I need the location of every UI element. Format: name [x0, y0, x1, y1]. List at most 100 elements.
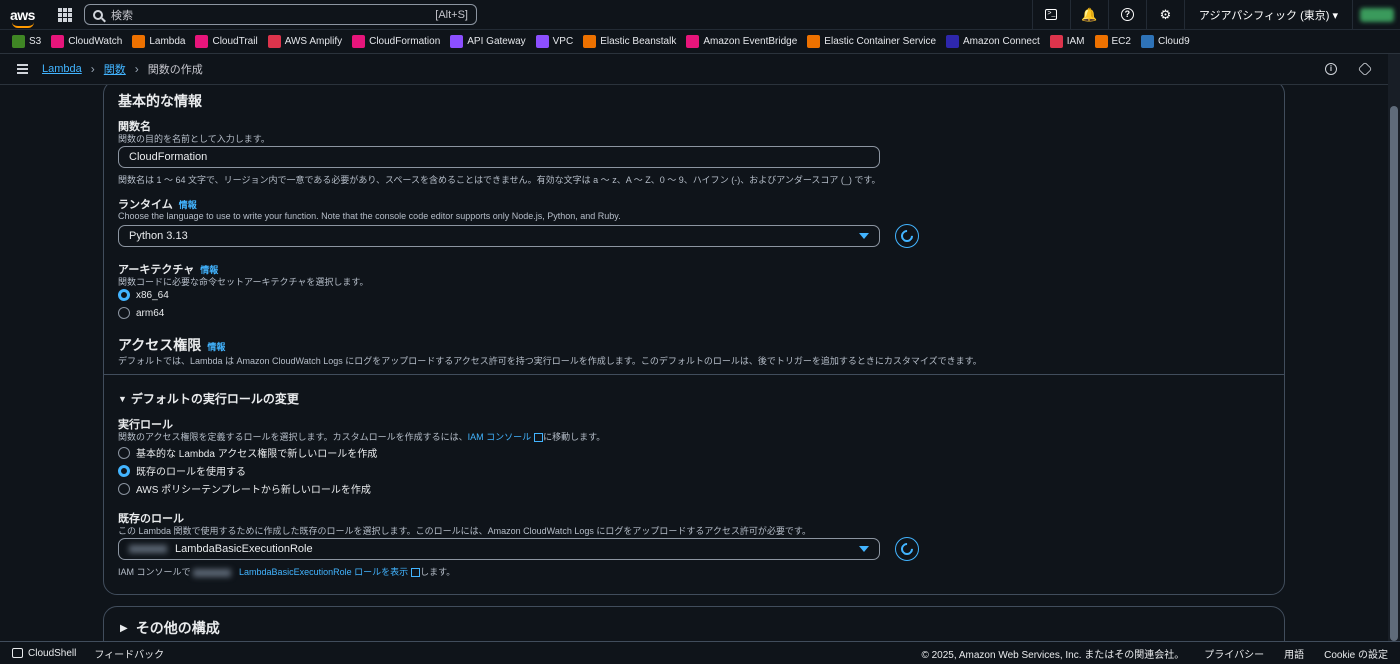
view-role-pre: IAM コンソールで [118, 567, 191, 577]
service-icon [583, 35, 597, 48]
aws-logo[interactable]: aws [10, 6, 46, 28]
favorite-label: Lambda [149, 36, 186, 47]
favorite-item[interactable]: Lambda [132, 35, 185, 48]
search-input[interactable]: 検索 [Alt+S] [84, 4, 477, 25]
page-scrollbar[interactable] [1388, 54, 1400, 641]
favorite-label: Amazon Connect [963, 36, 1040, 47]
arch-arm-radio[interactable]: arm64 [118, 307, 164, 319]
favorite-item[interactable]: API Gateway [450, 35, 526, 48]
role-option-basic-radio[interactable]: 基本的な Lambda アクセス権限で新しいロールを作成 [118, 445, 377, 460]
favorite-item[interactable]: CloudWatch [51, 35, 122, 48]
account-menu[interactable] [1352, 0, 1400, 30]
role-option-basic-label: 基本的な Lambda アクセス権限で新しいロールを作成 [136, 449, 378, 460]
search-icon [93, 9, 103, 20]
search-placeholder: 検索 [111, 9, 133, 22]
default-role-toggle[interactable]: ▼ デフォルトの実行ロールの変更 [118, 390, 299, 407]
architecture-description: 関数コードに必要な命令セットアーキテクチャを選択します。 [118, 277, 369, 287]
feedback-link[interactable]: フィードバック [94, 646, 164, 661]
scrollbar-thumb[interactable] [1390, 106, 1398, 641]
breadcrumb-functions[interactable]: 関数 [104, 61, 126, 77]
caret-down-icon [859, 233, 869, 239]
execution-role-description: 関数のアクセス権限を定義するロールを選択します。カスタムロールを作成するには、I… [118, 430, 605, 443]
search-shortcut-hint: [Alt+S] [435, 8, 468, 21]
function-name-input[interactable]: CloudFormation [118, 146, 880, 168]
favorite-label: AWS Amplify [284, 36, 343, 47]
service-icon [946, 35, 960, 48]
breadcrumb: Lambda › 関数 › 関数の作成 [42, 61, 203, 77]
service-icon [1049, 35, 1063, 48]
cloudshell-label: CloudShell [28, 647, 77, 659]
arch-x86-radio[interactable]: x86_64 [118, 289, 169, 301]
service-icon [352, 35, 366, 48]
favorite-item[interactable]: Elastic Beanstalk [583, 35, 676, 48]
cookie-settings-link[interactable]: Cookie の設定 [1324, 646, 1388, 661]
refresh-icon [898, 227, 916, 245]
favorite-item[interactable]: Cloud9 [1140, 35, 1190, 48]
function-name-value: CloudFormation [129, 151, 208, 163]
service-icon [535, 35, 549, 48]
basic-info-title: 基本的な情報 [118, 93, 202, 109]
cloudshell-button[interactable]: >_ [1031, 0, 1070, 30]
radio-selected-icon [118, 464, 130, 477]
runtime-description: Choose the language to use to write your… [118, 211, 621, 221]
favorite-label: Elastic Beanstalk [600, 36, 677, 47]
region-selector[interactable]: アジアパシフィック (東京) ▾ [1183, 0, 1352, 30]
terms-link[interactable]: 用語 [1284, 646, 1304, 661]
favorite-item[interactable]: CloudFormation [352, 35, 440, 48]
permissions-info-link[interactable]: 情報 [207, 340, 225, 353]
radio-selected-icon [118, 289, 130, 301]
execution-role-desc-post: に移動します。 [543, 432, 606, 442]
help-button[interactable]: ? [1107, 0, 1146, 30]
info-icon[interactable]: i [1325, 63, 1337, 75]
hexagon-settings-icon[interactable] [1357, 61, 1373, 77]
service-icon [195, 35, 209, 48]
radio-unselected-icon [118, 307, 130, 319]
privacy-link[interactable]: プライバシー [1204, 646, 1264, 661]
runtime-value: Python 3.13 [129, 230, 188, 242]
top-navigation: aws 検索 [Alt+S] >_ 🔔 ? ⚙ アジアパシフィック (東京) ▾ [0, 0, 1400, 30]
favorite-item[interactable]: Amazon EventBridge [686, 35, 797, 48]
favorite-item[interactable]: CloudTrail [195, 35, 258, 48]
aws-logo-text: aws [10, 6, 35, 23]
other-config-toggle[interactable]: ▶ その他の構成 [120, 618, 220, 638]
bell-icon: 🔔 [1081, 6, 1098, 22]
favorite-item[interactable]: Amazon Connect [946, 35, 1040, 48]
favorite-item[interactable]: VPC [535, 35, 574, 48]
service-icon [807, 35, 821, 48]
favorite-item[interactable]: S3 [12, 35, 41, 48]
favorite-item[interactable]: Elastic Container Service [807, 35, 936, 48]
breadcrumb-lambda[interactable]: Lambda [42, 63, 82, 75]
section-divider [104, 374, 1284, 375]
runtime-label: ランタイム [118, 199, 173, 211]
settings-button[interactable]: ⚙ [1145, 0, 1184, 30]
external-link-icon [411, 568, 421, 578]
permissions-header: アクセス権限 情報 [118, 335, 225, 355]
menu-icon[interactable] [17, 64, 28, 74]
breadcrumb-bar: Lambda › 関数 › 関数の作成 i [0, 54, 1388, 85]
iam-console-link[interactable]: IAM コンソール [468, 432, 532, 442]
service-icon [1094, 35, 1108, 48]
runtime-refresh-button[interactable] [895, 224, 919, 248]
runtime-info-link[interactable]: 情報 [179, 198, 197, 211]
role-option-existing-radio[interactable]: 既存のロールを使用する [118, 463, 246, 478]
cloudshell-footer-button[interactable]: CloudShell [12, 648, 76, 659]
favorite-label: VPC [552, 36, 574, 47]
favorite-item[interactable]: IAM [1049, 35, 1085, 48]
existing-role-select[interactable]: LambdaBasicExecutionRole [118, 538, 880, 560]
favorite-item[interactable]: AWS Amplify [267, 35, 343, 48]
role-refresh-button[interactable] [895, 537, 919, 561]
notifications-button[interactable]: 🔔 [1069, 0, 1108, 30]
redacted-text [193, 568, 232, 577]
role-option-template-radio[interactable]: AWS ポリシーテンプレートから新しいロールを作成 [118, 481, 371, 496]
radio-unselected-icon [118, 446, 130, 459]
runtime-select[interactable]: Python 3.13 [118, 225, 880, 247]
favorite-label: S3 [29, 36, 42, 47]
caret-right-icon: ▶ [120, 622, 128, 634]
footer: CloudShell フィードバック © 2025, Amazon Web Se… [0, 641, 1400, 664]
services-grid-icon[interactable] [58, 7, 72, 22]
existing-role-value: LambdaBasicExecutionRole [175, 543, 313, 555]
favorite-item[interactable]: EC2 [1094, 35, 1131, 48]
view-role-link[interactable]: LambdaBasicExecutionRole ロールを表示 [239, 567, 408, 577]
other-config-panel: ▶ その他の構成 [103, 606, 1285, 641]
favorite-label: Cloud9 [1157, 36, 1190, 47]
